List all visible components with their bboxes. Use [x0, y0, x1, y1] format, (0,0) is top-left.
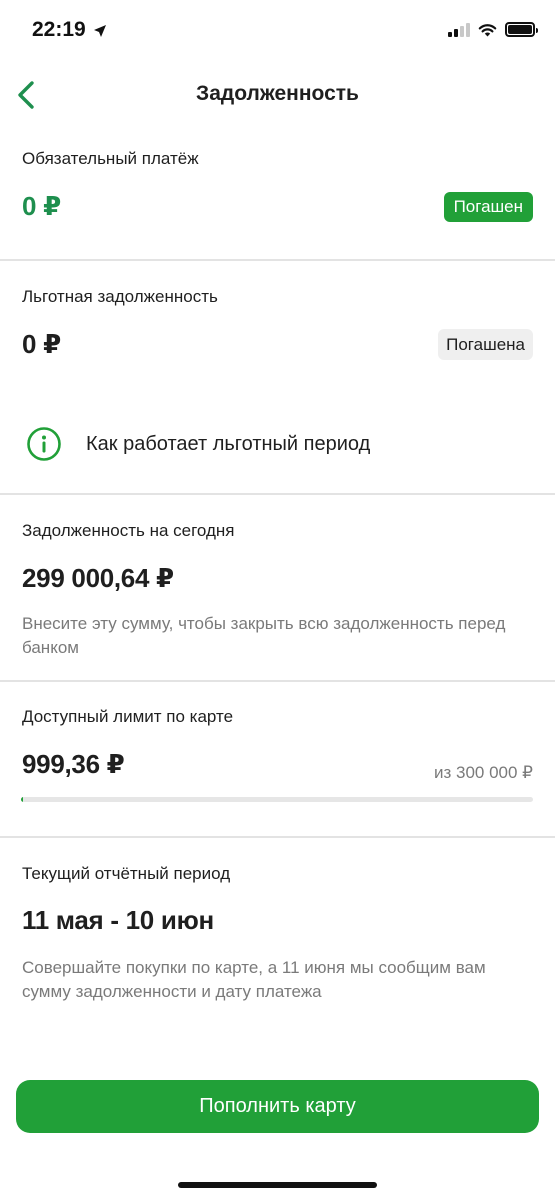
divider — [0, 836, 555, 838]
debt-today-hint: Внесите эту сумму, чтобы закрыть всю зад… — [22, 614, 506, 657]
limit-progress-bar — [21, 797, 533, 802]
divider — [0, 680, 555, 682]
divider — [0, 259, 555, 261]
reporting-period-range: 11 мая - 10 июн — [22, 905, 214, 935]
available-limit-amount: 999,36 ₽ — [22, 749, 125, 779]
divider — [0, 493, 555, 495]
page-title: Задолженность — [196, 82, 359, 105]
battery-icon — [505, 22, 538, 37]
grace-debt-label: Льготная задолженность — [22, 287, 218, 306]
cellular-signal-icon — [448, 22, 470, 37]
debt-today-label: Задолженность на сегодня — [22, 521, 235, 540]
home-indicator — [178, 1182, 377, 1188]
mandatory-payment-amount: 0 ₽ — [22, 191, 61, 221]
grace-period-info-link[interactable]: Как работает льготный период — [26, 426, 370, 462]
status-time: 22:19 — [32, 18, 86, 41]
mandatory-payment-label: Обязательный платёж — [22, 149, 199, 168]
status-badge-repaid: Погашена — [438, 329, 533, 360]
limit-progress-fill — [21, 797, 24, 802]
top-up-card-button[interactable]: Пополнить карту — [16, 1080, 539, 1133]
info-icon — [27, 427, 61, 461]
grace-debt-amount: 0 ₽ — [22, 329, 61, 359]
reporting-period-hint: Совершайте покупки по карте, а 11 июня м… — [22, 958, 486, 1001]
status-icons — [448, 22, 538, 37]
reporting-period-label: Текущий отчётный период — [22, 864, 231, 883]
limit-total: из 300 000 ₽ — [433, 763, 533, 782]
grace-period-info-text: Как работает льготный период — [86, 432, 371, 455]
available-limit-label: Доступный лимит по карте — [22, 707, 234, 726]
debt-today-amount: 299 000,64 ₽ — [22, 563, 174, 593]
wifi-icon — [478, 23, 497, 36]
status-badge-paid: Погашен — [443, 192, 533, 222]
location-arrow-icon — [94, 25, 106, 37]
